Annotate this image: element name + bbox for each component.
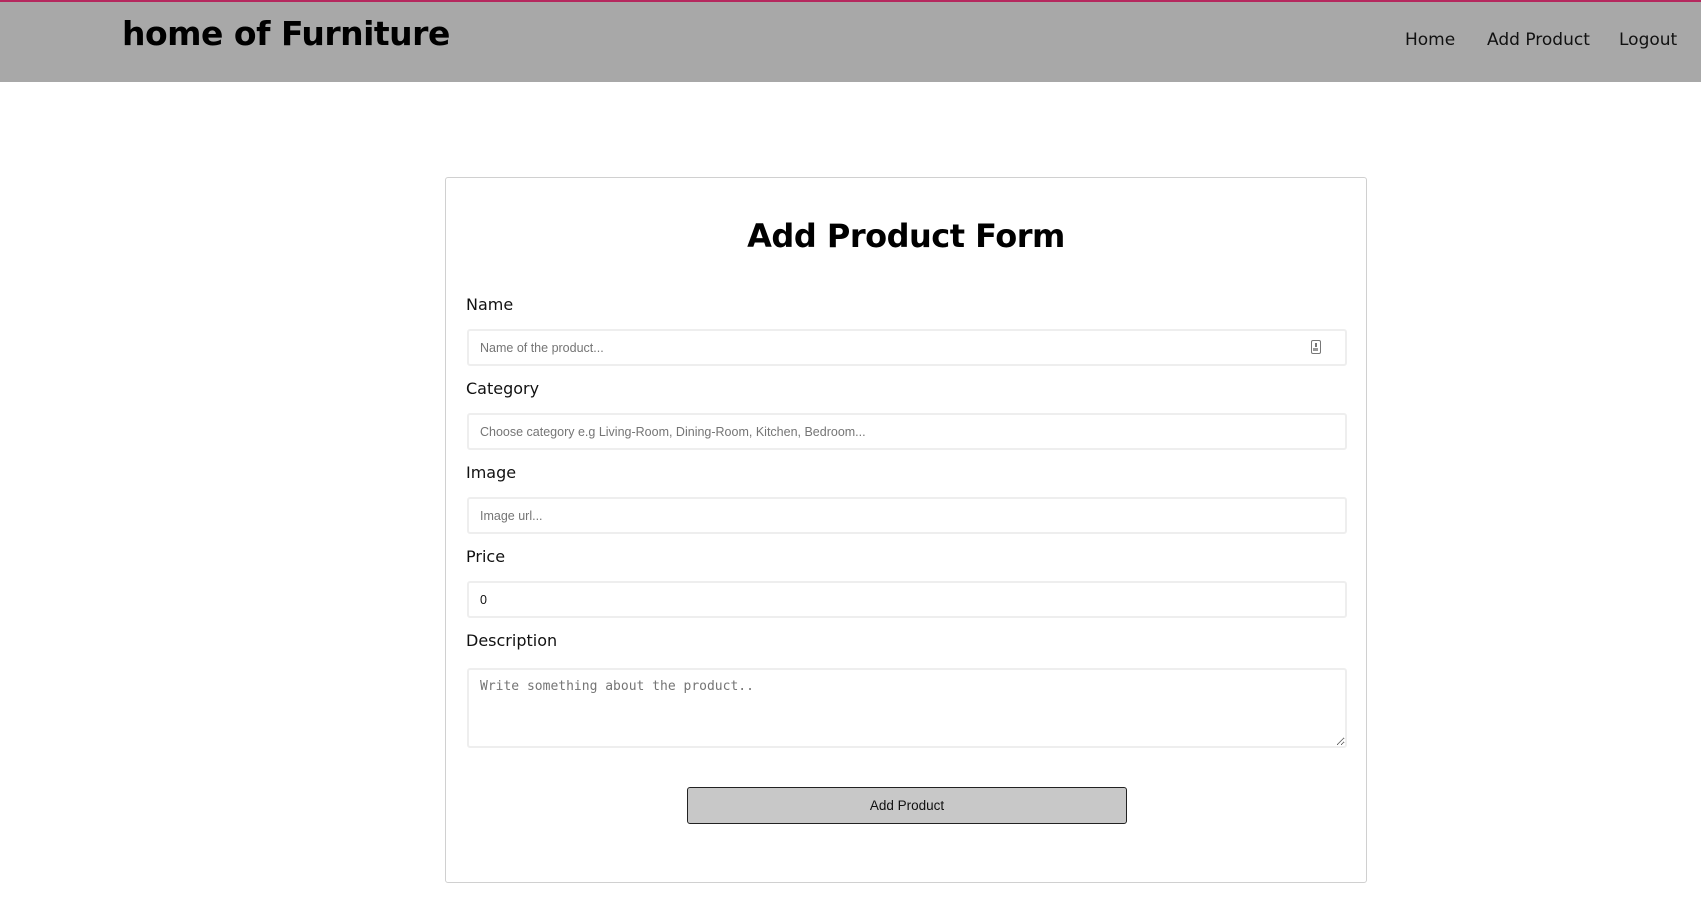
description-textarea[interactable] xyxy=(467,668,1347,748)
price-label: Price xyxy=(466,547,506,566)
image-url-input[interactable] xyxy=(467,497,1347,534)
image-label: Image xyxy=(466,463,517,482)
name-label: Name xyxy=(466,295,514,314)
form-title: Add Product Form xyxy=(747,217,1065,255)
add-product-form-card: Add Product Form Name Category Image Pri… xyxy=(445,177,1367,883)
category-input[interactable] xyxy=(467,413,1347,450)
brand-title: home of Furniture xyxy=(122,14,450,53)
add-product-button[interactable]: Add Product xyxy=(687,787,1127,824)
name-input[interactable] xyxy=(467,329,1347,366)
category-label: Category xyxy=(466,379,540,398)
site-header: home of Furniture Home Add Product Logou… xyxy=(0,0,1701,82)
nav-add-product-link[interactable]: Add Product xyxy=(1487,30,1590,50)
price-input[interactable] xyxy=(467,581,1347,618)
description-label: Description xyxy=(466,631,558,650)
autofill-contact-icon[interactable] xyxy=(1311,340,1321,354)
nav-logout-link[interactable]: Logout xyxy=(1619,30,1677,50)
nav-home-link[interactable]: Home xyxy=(1405,30,1455,50)
